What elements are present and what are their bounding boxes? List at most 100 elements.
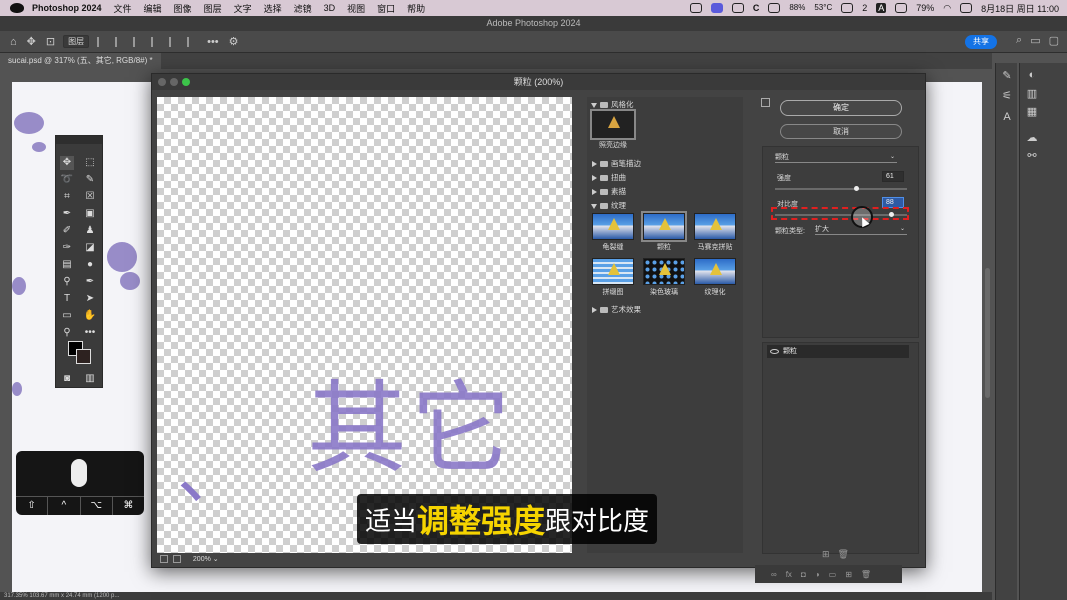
menu-edit[interactable]: 编辑 — [144, 2, 162, 15]
rectangle-tool-icon[interactable]: ▭ — [60, 309, 74, 323]
libraries-panel-icon[interactable]: ☁ — [1024, 131, 1040, 144]
datetime[interactable]: 8月18日 周日 11:00 — [981, 2, 1059, 15]
new-layer-icon[interactable]: ⊞ — [845, 570, 852, 579]
adjust-panel-icon[interactable]: ⚟ — [999, 89, 1015, 102]
filter-thumb-glowing-edges[interactable] — [590, 109, 636, 140]
home-icon[interactable]: ⌂ — [10, 36, 17, 48]
new-effect-layer-icon[interactable]: ⊞ — [822, 549, 830, 560]
menu-3d[interactable]: 3D — [324, 3, 336, 13]
cpu-temp-status[interactable]: 53°C — [814, 4, 832, 12]
stamp-tool-icon[interactable]: ♟ — [83, 224, 97, 238]
search-icon[interactable]: ⌕ — [1016, 34, 1022, 47]
wechat-icon[interactable] — [841, 3, 854, 13]
move-tool-icon[interactable]: ✥ — [60, 156, 74, 170]
layer-select[interactable]: 图层 — [63, 35, 90, 48]
collapse-gallery-icon[interactable] — [761, 98, 770, 107]
hand-tool-icon[interactable]: ✋ — [83, 309, 97, 323]
color-panel-icon[interactable]: ◐ — [1024, 69, 1040, 81]
category-texture[interactable]: 纹理 — [591, 200, 626, 211]
align-top-icon[interactable] — [151, 36, 161, 47]
move-tool-icon[interactable]: ✥ — [27, 35, 36, 48]
dodge-tool-icon[interactable]: ⚲ — [60, 275, 74, 289]
background-color[interactable] — [76, 349, 91, 364]
filter-select[interactable]: 颗粒 ⌄ — [775, 153, 897, 163]
filter-thumb-texturizer[interactable] — [694, 258, 736, 285]
arrange-icon[interactable]: ▢ — [1049, 34, 1059, 47]
paths-panel-icon[interactable]: ⚯ — [1024, 149, 1040, 162]
screen-record-icon[interactable] — [710, 3, 723, 13]
display-icon[interactable] — [768, 3, 781, 13]
fx-icon[interactable]: fx — [786, 570, 792, 579]
align-right-icon[interactable] — [133, 36, 143, 47]
adjustment-icon[interactable]: ◑ — [815, 570, 820, 579]
c-icon[interactable]: C — [753, 3, 760, 13]
ok-button[interactable]: 确定 — [780, 100, 902, 116]
menu-filter[interactable]: 滤镜 — [294, 2, 312, 15]
blur-tool-icon[interactable]: ● — [83, 258, 97, 272]
pen-tool-icon[interactable]: ✒ — [83, 275, 97, 289]
eyedropper-icon[interactable]: ✒ — [60, 207, 74, 221]
link-icon[interactable]: ∞ — [771, 570, 777, 579]
frame-tool-icon[interactable]: ☒ — [83, 190, 97, 204]
app-menu[interactable]: Photoshop 2024 — [32, 3, 102, 13]
patch-tool-icon[interactable]: ▣ — [83, 207, 97, 221]
zoom-icon[interactable] — [182, 78, 190, 86]
category-brush-strokes[interactable]: 画笔描边 — [591, 158, 641, 169]
category-stylize[interactable]: 风格化 — [591, 99, 634, 110]
close-icon[interactable] — [158, 78, 166, 86]
filter-thumb-grain[interactable] — [641, 211, 687, 242]
screen-mode-icon[interactable]: ▥ — [83, 372, 97, 386]
zoom-in-button[interactable] — [172, 555, 181, 564]
align-bottom-icon[interactable] — [187, 36, 197, 47]
grid-panel-icon[interactable]: ▦ — [1024, 105, 1040, 118]
filter-thumb-stained-glass[interactable] — [643, 258, 685, 285]
vertical-scrollbar[interactable] — [985, 268, 990, 398]
group-icon[interactable]: ▭ — [829, 570, 837, 579]
menu-window[interactable]: 窗口 — [377, 2, 395, 15]
effect-layer-row[interactable]: 颗粒 — [767, 345, 909, 358]
category-sketch[interactable]: 素描 — [591, 186, 626, 197]
filter-thumb-patchwork[interactable] — [592, 258, 634, 285]
lasso-tool-icon[interactable]: ➰ — [60, 173, 74, 187]
menu-view[interactable]: 视图 — [347, 2, 365, 15]
wifi-icon[interactable]: ◠ — [943, 3, 951, 14]
intensity-slider[interactable] — [775, 188, 907, 190]
filter-thumb-craquelure[interactable] — [592, 213, 634, 240]
chevron-down-icon[interactable]: ⌄ — [213, 556, 219, 563]
menu-file[interactable]: 文件 — [114, 2, 132, 15]
auto-select-icon[interactable]: ⊡ — [46, 35, 55, 48]
apple-icon[interactable] — [10, 3, 24, 13]
menu-image[interactable]: 图像 — [174, 2, 192, 15]
menu-type[interactable]: 文字 — [234, 2, 252, 15]
trash-icon[interactable]: 🗑 — [861, 570, 871, 579]
quick-mask-icon[interactable]: ◙ — [60, 372, 74, 386]
intensity-input[interactable]: 61 — [882, 171, 904, 182]
menu-select[interactable]: 选择 — [264, 2, 282, 15]
delete-effect-layer-icon[interactable]: 🗑 — [838, 549, 849, 560]
swatches-panel-icon[interactable]: ▥ — [1024, 87, 1040, 100]
input-method[interactable]: A — [876, 3, 887, 13]
menu-layer[interactable]: 图层 — [204, 2, 222, 15]
type-panel-icon[interactable]: A — [999, 111, 1015, 123]
intensity-slider-handle[interactable] — [853, 186, 859, 191]
eye-icon[interactable] — [770, 348, 779, 354]
filter-preview[interactable]: 、 其它 — [157, 97, 572, 553]
zoom-tool-icon[interactable]: ⚲ — [60, 326, 74, 340]
menu-help[interactable]: 帮助 — [407, 2, 425, 15]
more-tools-icon[interactable]: ••• — [83, 326, 97, 340]
gradient-tool-icon[interactable]: ▤ — [60, 258, 74, 272]
eraser-tool-icon[interactable]: ◪ — [83, 241, 97, 255]
quick-select-icon[interactable]: ✎ — [83, 173, 97, 187]
brush-tool-icon[interactable]: ✐ — [60, 224, 74, 238]
minimize-icon[interactable] — [170, 78, 178, 86]
align-center-icon[interactable] — [115, 36, 125, 47]
crop-tool-icon[interactable]: ⌗ — [60, 190, 74, 204]
control-center-icon[interactable] — [960, 3, 973, 13]
tools-panel-header[interactable] — [56, 136, 102, 144]
brush-panel-icon[interactable]: ✎ — [999, 69, 1015, 82]
type-tool-icon[interactable]: T — [60, 292, 74, 306]
history-brush-icon[interactable]: ✑ — [60, 241, 74, 255]
align-left-icon[interactable] — [97, 36, 107, 47]
align-middle-icon[interactable] — [169, 36, 179, 47]
mask-icon[interactable]: ◘ — [801, 570, 806, 579]
